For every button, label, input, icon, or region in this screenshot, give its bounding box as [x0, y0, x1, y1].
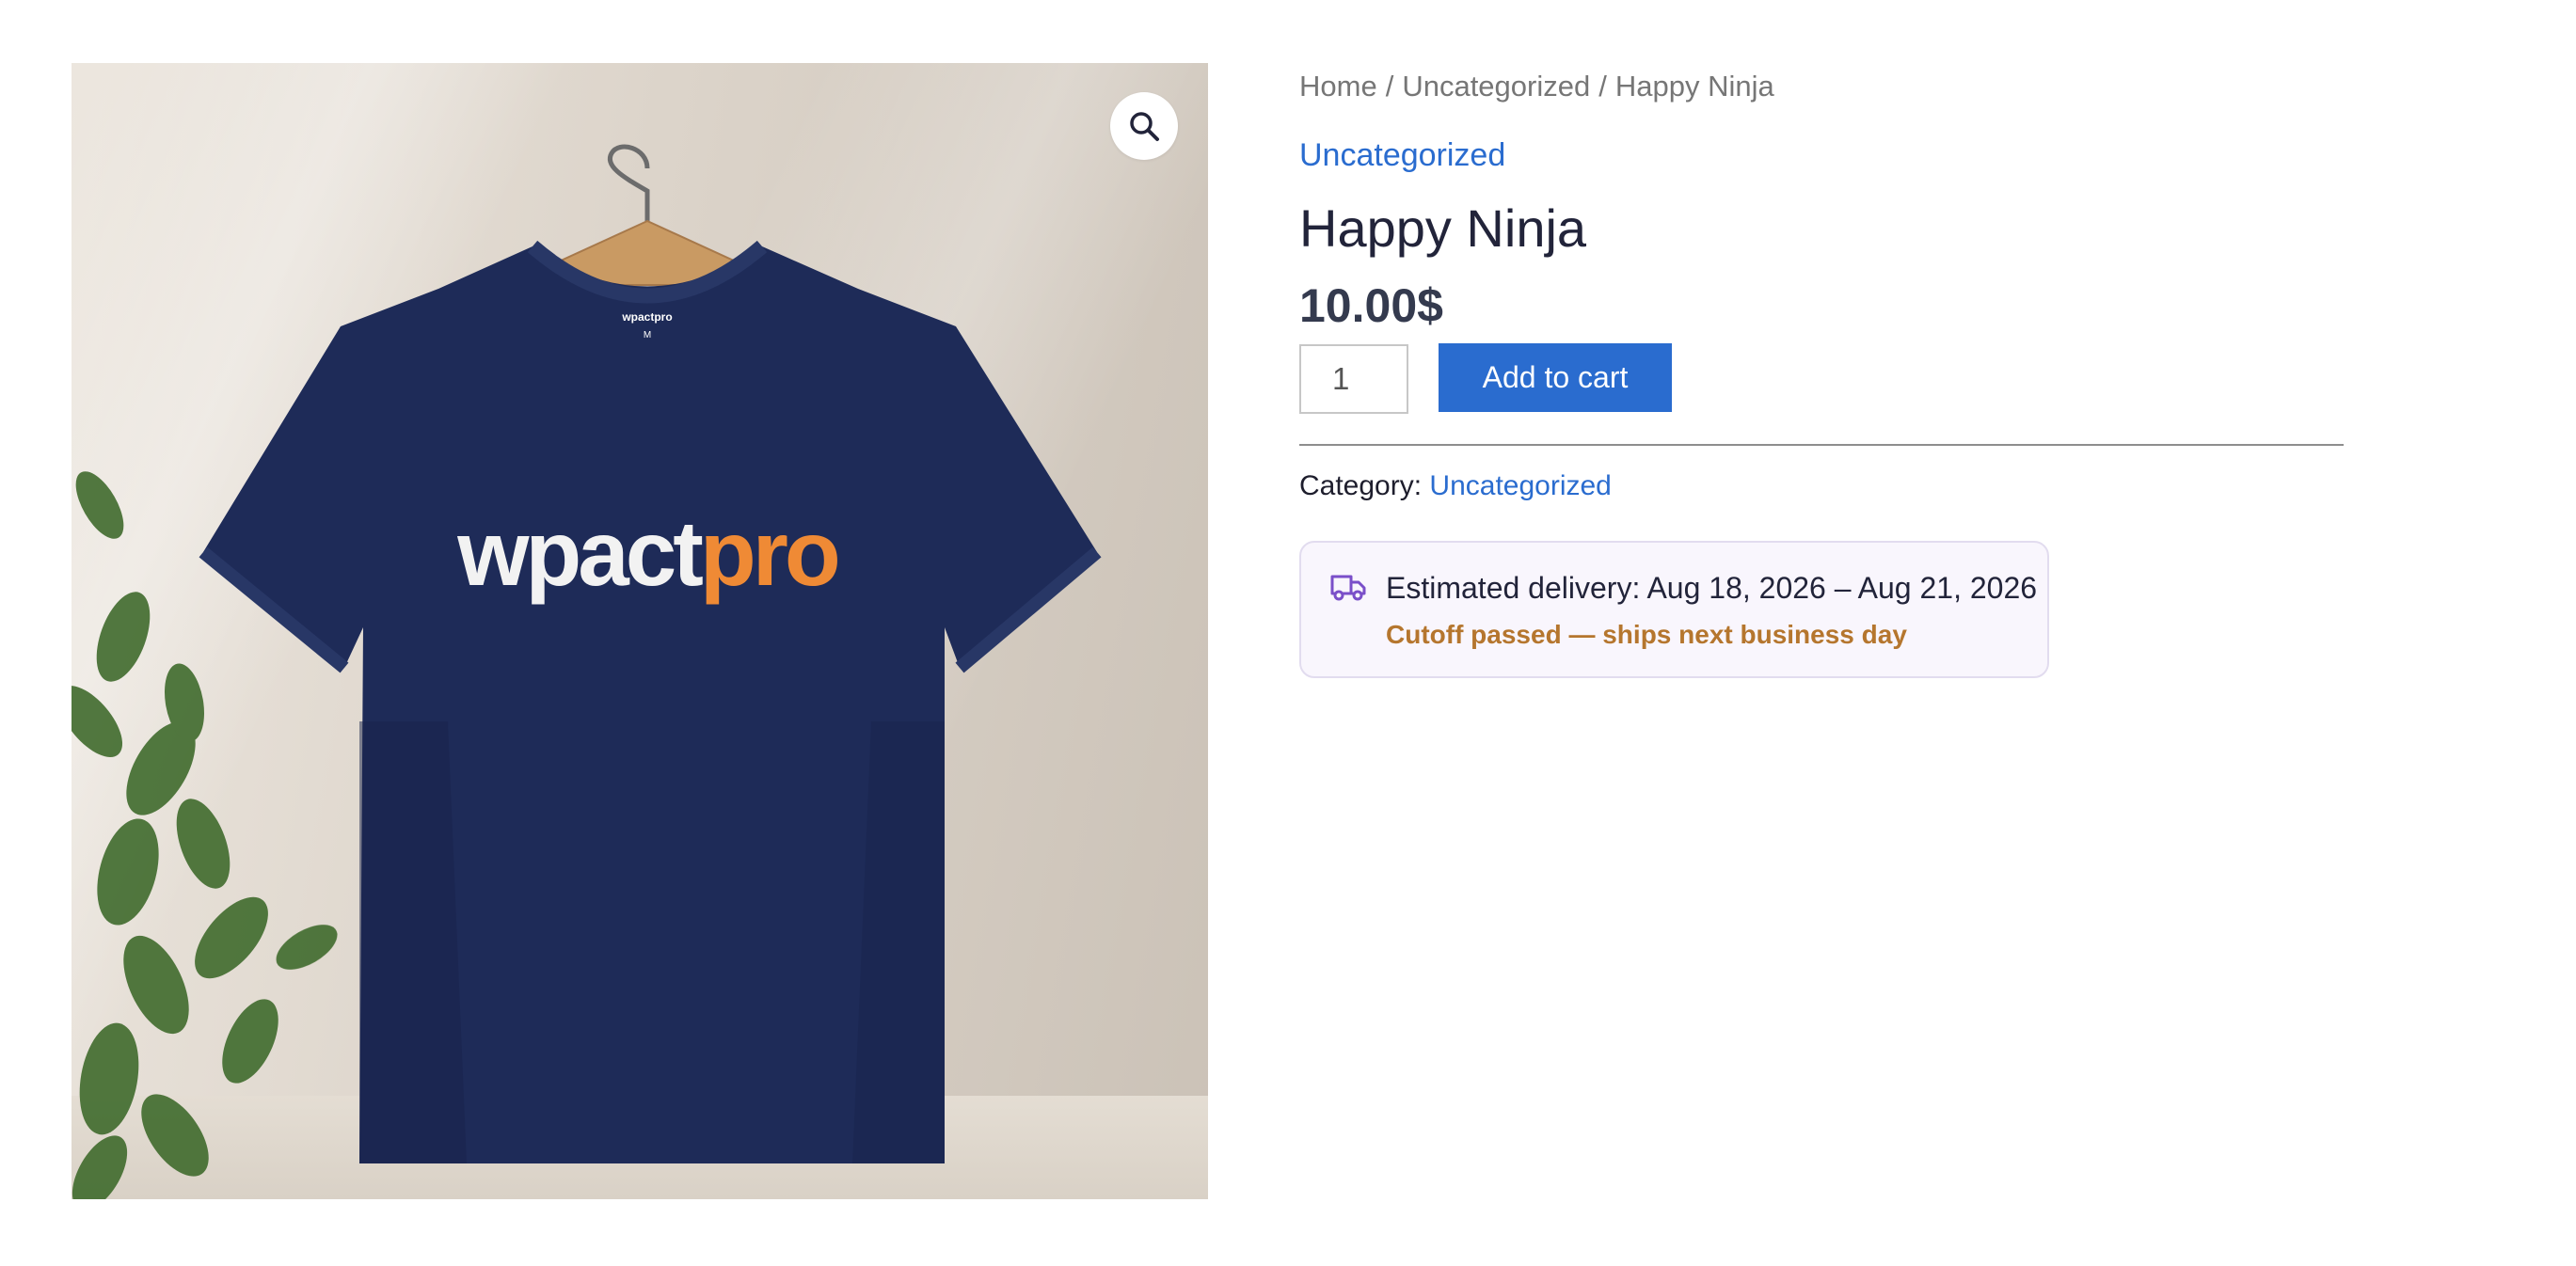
- tshirt-photo: wpactpro M wpactpro: [72, 144, 1102, 1199]
- add-to-cart-button[interactable]: Add to cart: [1439, 343, 1672, 412]
- tshirt: [203, 246, 1097, 1163]
- breadcrumb-separator: /: [1385, 70, 1394, 103]
- shirt-print-left: wpact: [456, 501, 703, 605]
- truck-icon: [1330, 575, 1366, 601]
- zoom-button[interactable]: [1110, 92, 1178, 160]
- breadcrumb-category[interactable]: Uncategorized: [1402, 70, 1590, 103]
- magnifier-icon: [1130, 112, 1159, 141]
- category-label: Category:: [1299, 470, 1423, 501]
- neck-label-brand: wpactpro: [621, 310, 672, 324]
- delivery-estimate-box: Estimated delivery: Aug 18, 2026 – Aug 2…: [1299, 541, 2049, 678]
- product-price: 10.00$: [1299, 279, 1443, 332]
- product-image[interactable]: wpactpro M wpactpro: [72, 63, 1208, 1199]
- quantity-input[interactable]: [1299, 344, 1408, 414]
- product-title: Happy Ninja: [1299, 198, 1587, 258]
- product-category-link[interactable]: Uncategorized: [1299, 137, 1505, 174]
- hanger-hook: [607, 144, 650, 228]
- delivery-estimate-text: Estimated delivery: Aug 18, 2026 – Aug 2…: [1386, 571, 2038, 605]
- delivery-cutoff-text: Cutoff passed — ships next business day: [1386, 620, 1907, 649]
- product-meta: Category: Uncategorized: [1299, 470, 1612, 502]
- breadcrumb-home[interactable]: Home: [1299, 70, 1377, 103]
- breadcrumb-current: Happy Ninja: [1614, 70, 1774, 103]
- breadcrumb: Home / Uncategorized / Happy Ninja: [1299, 70, 1774, 103]
- product-page: wpactpro M wpactpro Home / Uncategorized / H…: [0, 0, 2576, 1266]
- neck-label-size: M: [644, 330, 651, 340]
- shirt-print: wpactpro: [456, 501, 838, 605]
- shirt-print-right: pro: [700, 501, 838, 605]
- breadcrumb-separator: /: [1598, 70, 1607, 103]
- category-value-link[interactable]: Uncategorized: [1429, 470, 1611, 501]
- divider: [1299, 444, 2344, 446]
